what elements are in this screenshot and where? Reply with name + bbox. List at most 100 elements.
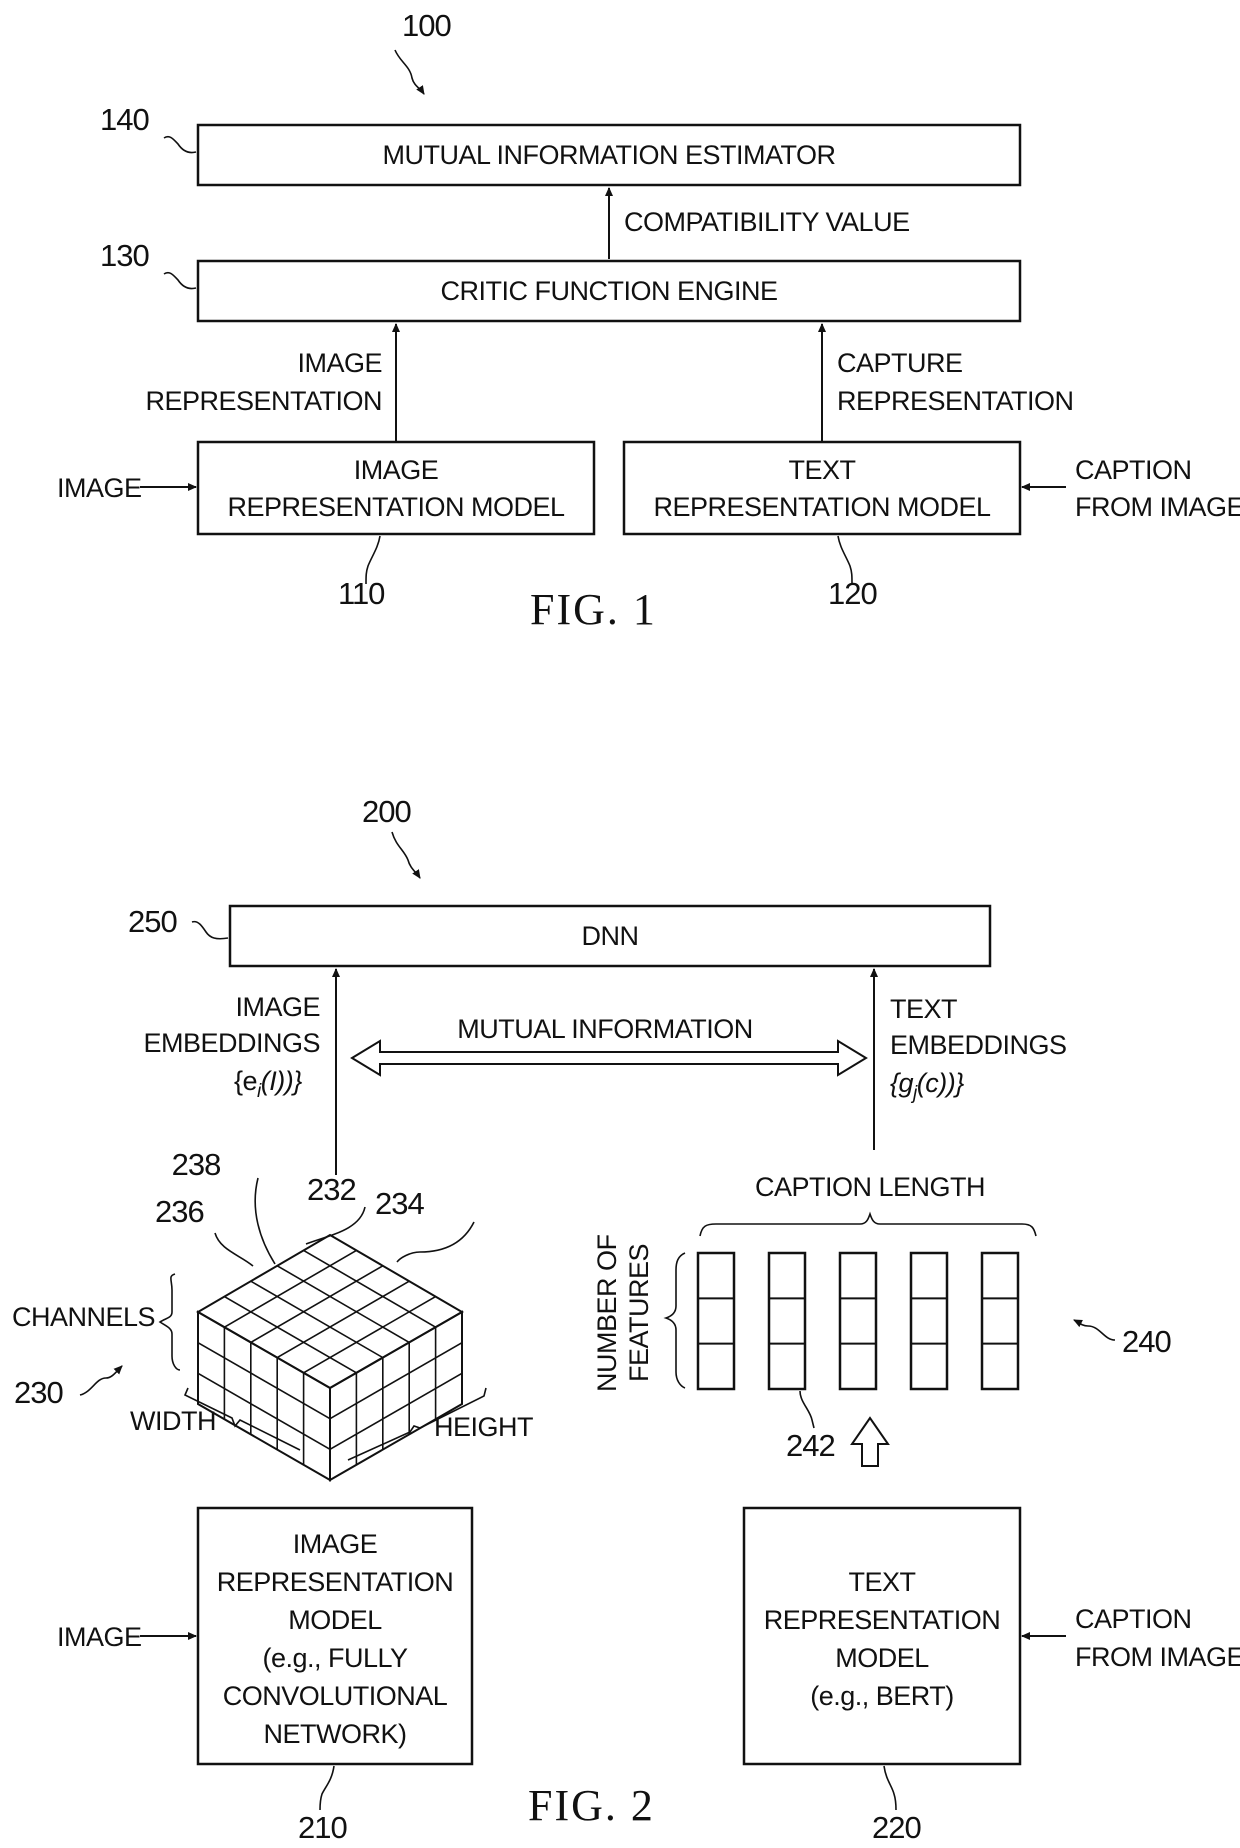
critic-function-engine-label: CRITIC FUNCTION ENGINE bbox=[441, 276, 778, 306]
text-representation-model-line: MODEL bbox=[835, 1643, 929, 1673]
feature-tensor bbox=[196, 1233, 464, 1482]
image-representation-model-line: REPRESENTATION bbox=[217, 1567, 454, 1597]
ref-100: 100 bbox=[402, 8, 451, 43]
ref-234-leader bbox=[396, 1221, 475, 1263]
tensor-top-gridline bbox=[276, 1265, 410, 1344]
patent-figures: 100 140 MUTUAL INFORMATION ESTIMATOR COM… bbox=[12, 8, 1240, 1845]
tensor-top-gridline bbox=[303, 1249, 437, 1328]
ref-120: 120 bbox=[828, 576, 877, 611]
number-of-features-label-2: FEATURES bbox=[624, 1244, 654, 1382]
hollow-up-arrow bbox=[850, 1416, 890, 1467]
ref-200: 200 bbox=[362, 794, 411, 829]
ref-220-leader bbox=[883, 1765, 897, 1811]
ref-230-arrow bbox=[79, 1365, 123, 1396]
text-embeddings-math: {gj(c))} bbox=[890, 1068, 964, 1104]
ref-130: 130 bbox=[100, 238, 149, 273]
image-embeddings-math: {ei(I))} bbox=[234, 1066, 302, 1102]
image-embeddings-label-2: EMBEDDINGS bbox=[143, 1028, 320, 1058]
ref-236-leader bbox=[214, 1232, 254, 1267]
ref-250: 250 bbox=[128, 904, 177, 939]
tensor-top-gridline bbox=[223, 1249, 357, 1328]
channels-label: CHANNELS bbox=[12, 1302, 155, 1332]
image-representation-label-2: REPRESENTATION bbox=[145, 386, 382, 416]
image-embeddings-label-1: IMAGE bbox=[235, 992, 320, 1022]
ref-210: 210 bbox=[298, 1810, 347, 1845]
caption-input-label-2: FROM IMAGE bbox=[1075, 492, 1240, 522]
caption-length-label: CAPTION LENGTH bbox=[755, 1172, 985, 1202]
capture-representation-label-2: REPRESENTATION bbox=[837, 386, 1074, 416]
ref-140-leader bbox=[163, 135, 197, 154]
ref-130-leader bbox=[163, 271, 197, 290]
ref-238: 238 bbox=[172, 1147, 221, 1182]
ref-110: 110 bbox=[338, 576, 385, 611]
tensor-top-gridline bbox=[224, 1295, 357, 1374]
mutual-information-estimator-label: MUTUAL INFORMATION ESTIMATOR bbox=[382, 140, 835, 170]
text-representation-model-label-2: REPRESENTATION MODEL bbox=[653, 492, 991, 522]
capture-representation-label-1: CAPTURE bbox=[837, 348, 963, 378]
tensor-right-gridline bbox=[329, 1341, 463, 1420]
ref-242-leader bbox=[799, 1390, 815, 1429]
caption-input-label-1: CAPTION bbox=[1075, 455, 1192, 485]
token-column bbox=[838, 1251, 878, 1391]
image-input-label: IMAGE bbox=[57, 473, 142, 503]
tensor-top-gridline bbox=[250, 1280, 384, 1359]
image-representation-model-line: (e.g., FULLY bbox=[262, 1643, 408, 1673]
ref-250-leader bbox=[191, 920, 229, 940]
figure-2-caption: FIG. 2 bbox=[528, 1781, 655, 1830]
caption-input-label-2-1: CAPTION bbox=[1075, 1604, 1192, 1634]
number-of-features-brace bbox=[663, 1252, 686, 1389]
ref-240: 240 bbox=[1122, 1324, 1171, 1359]
mutual-information-label: MUTUAL INFORMATION bbox=[457, 1014, 753, 1044]
text-representation-model-line: REPRESENTATION bbox=[764, 1605, 1001, 1635]
image-representation-model-line: CONVOLUTIONAL bbox=[223, 1681, 448, 1711]
tensor-left-face bbox=[197, 1310, 331, 1482]
token-column bbox=[909, 1251, 949, 1391]
ref-230: 230 bbox=[14, 1375, 63, 1410]
ref-210-leader bbox=[319, 1765, 335, 1811]
image-representation-model-line: NETWORK) bbox=[264, 1719, 407, 1749]
token-column bbox=[696, 1251, 736, 1391]
height-label: HEIGHT bbox=[434, 1412, 533, 1442]
ref-234: 234 bbox=[375, 1186, 424, 1221]
ref-236: 236 bbox=[155, 1194, 204, 1229]
channels-brace bbox=[158, 1273, 181, 1371]
text-representation-model-line: (e.g., BERT) bbox=[810, 1681, 954, 1711]
figure-1: 100 140 MUTUAL INFORMATION ESTIMATOR COM… bbox=[57, 8, 1240, 634]
tensor-right-face bbox=[329, 1310, 463, 1482]
ref-200-arrow bbox=[391, 831, 421, 879]
ref-232: 232 bbox=[307, 1172, 356, 1207]
text-representation-model-label-1: TEXT bbox=[788, 455, 855, 485]
figure-2: 200 250 DNN IMAGE EMBEDDINGS {ei(I))} TE… bbox=[12, 794, 1240, 1845]
ref-220: 220 bbox=[872, 1810, 921, 1845]
image-representation-model-label-1: IMAGE bbox=[354, 455, 439, 485]
token-sequence bbox=[696, 1251, 1020, 1391]
caption-input-label-2-2: FROM IMAGE bbox=[1075, 1642, 1240, 1672]
image-input-label-2: IMAGE bbox=[57, 1622, 142, 1652]
tensor-top-gridline bbox=[250, 1265, 384, 1344]
figure-1-caption: FIG. 1 bbox=[530, 585, 657, 634]
ref-140: 140 bbox=[100, 102, 149, 137]
token-column bbox=[980, 1251, 1020, 1391]
image-representation-model-line: MODEL bbox=[288, 1605, 382, 1635]
compatibility-value-label: COMPATIBILITY VALUE bbox=[624, 207, 910, 237]
text-representation-model-line: TEXT bbox=[848, 1567, 915, 1597]
image-representation-label-1: IMAGE bbox=[297, 348, 382, 378]
mutual-information-double-arrow bbox=[350, 1039, 868, 1077]
text-embeddings-label-2: EMBEDDINGS bbox=[890, 1030, 1067, 1060]
ref-240-arrow bbox=[1073, 1319, 1116, 1341]
caption-length-brace bbox=[699, 1211, 1037, 1237]
number-of-features-label-1: NUMBER OF bbox=[592, 1234, 622, 1392]
token-column bbox=[767, 1251, 807, 1391]
image-representation-model-line: IMAGE bbox=[293, 1529, 378, 1559]
image-representation-model-label-2: REPRESENTATION MODEL bbox=[227, 492, 565, 522]
text-representation-model-block-2 bbox=[742, 1506, 1022, 1766]
ref-100-arrow bbox=[394, 49, 425, 95]
text-embeddings-label-1: TEXT bbox=[890, 994, 957, 1024]
tensor-top-gridline bbox=[303, 1295, 436, 1374]
dnn-label: DNN bbox=[582, 921, 639, 951]
tensor-top-gridline bbox=[276, 1280, 410, 1359]
ref-242: 242 bbox=[786, 1428, 835, 1463]
tensor-left-gridline bbox=[197, 1341, 331, 1420]
width-label: WIDTH bbox=[130, 1406, 216, 1436]
ref-238-leader bbox=[254, 1177, 276, 1265]
